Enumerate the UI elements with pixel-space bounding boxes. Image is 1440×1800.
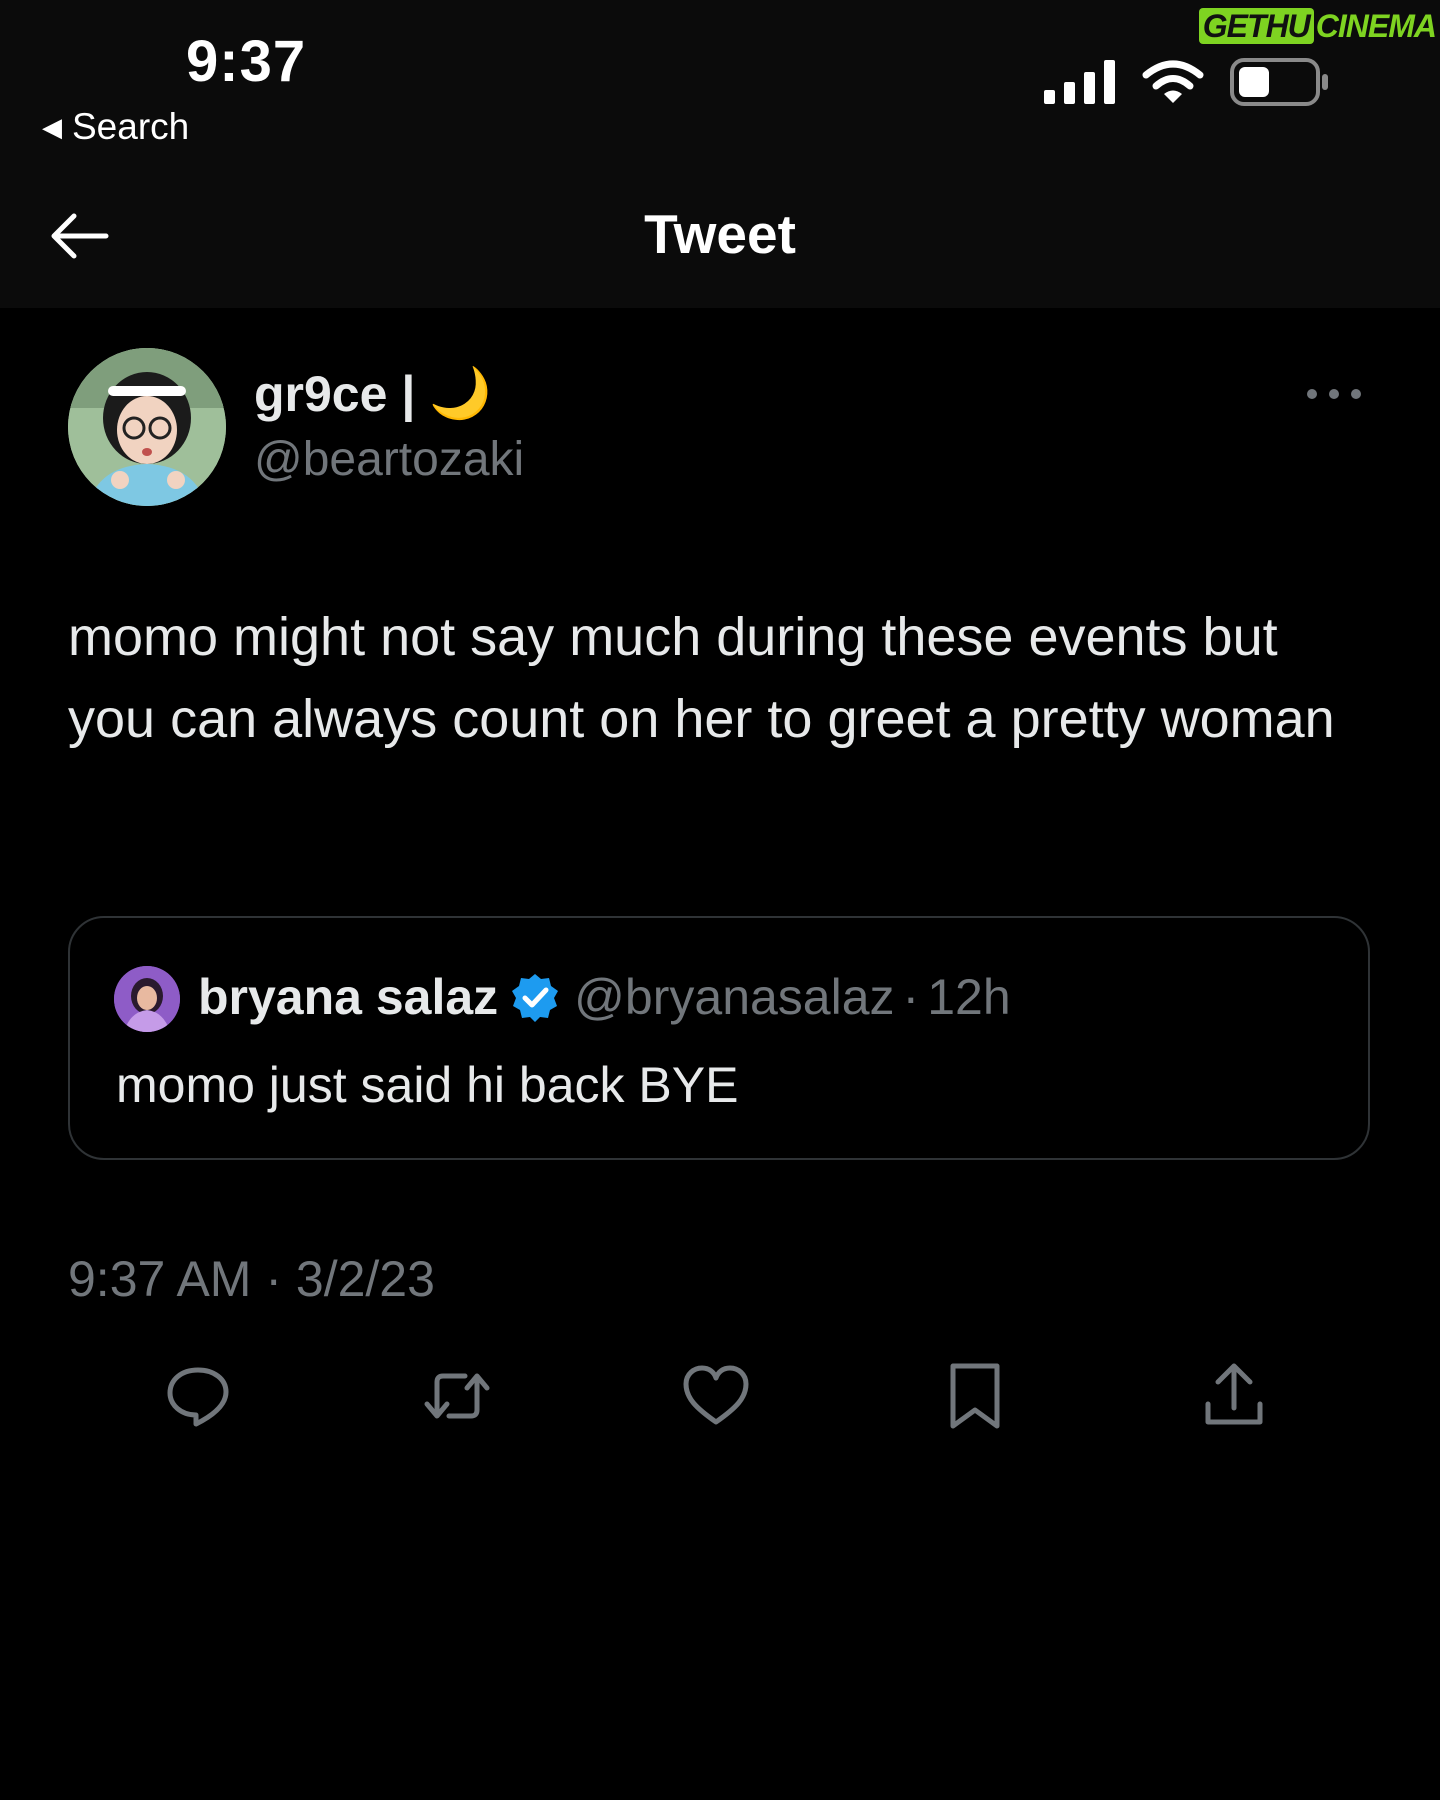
quote-separator: · [902,969,920,1025]
quoted-tweet-card[interactable]: bryana salaz @bryanasalaz · 12h momo jus… [68,916,1370,1160]
tweet-timestamp: 9:37 AM · 3/2/23 [68,1251,435,1307]
moon-emoji-icon: 🌙 [429,365,492,421]
retweet-icon[interactable] [421,1360,493,1432]
share-icon[interactable] [1198,1360,1270,1432]
back-chevron-icon: ◀ [42,111,62,142]
quote-author-avatar [114,966,180,1032]
quote-time: 12h [927,969,1011,1025]
nav-bar: Tweet [0,160,1440,308]
cellular-signal-icon [1044,60,1115,104]
quote-author-name: bryana salaz [198,969,499,1025]
more-horizontal-icon[interactable] [1304,380,1364,408]
watermark-part-a: GETHU [1198,8,1314,44]
back-to-search-label: Search [72,106,190,147]
status-time: 9:37 [186,29,307,94]
bookmark-icon[interactable] [939,1360,1011,1432]
author-handle[interactable]: @beartozaki [254,432,524,487]
watermark-part-b: CINEMA [1315,8,1437,44]
author-name-text: gr9ce | [254,365,416,422]
status-bar: 9:37 ◀ Search GETHU CINEMA [0,0,1440,160]
tweet-action-bar [0,1360,1440,1440]
wifi-icon [1142,60,1204,103]
reply-icon[interactable] [162,1360,234,1432]
verified-badge-icon [512,974,559,1022]
tweet-text: momo might not say much during these eve… [68,607,1335,749]
quote-author-handle: @bryanasalaz [574,969,895,1025]
quote-text: momo just said hi back BYE [116,1057,739,1113]
quote-header: bryana salaz @bryanasalaz · 12h [198,968,1011,1026]
author-avatar[interactable] [68,348,226,506]
status-icons [1044,58,1330,106]
author-name[interactable]: gr9ce | 🌙 [254,364,492,423]
heart-icon[interactable] [680,1360,752,1432]
page-title: Tweet [644,203,796,265]
quote-avatar-image [114,966,180,1032]
back-to-search-link[interactable]: ◀ Search [42,106,189,148]
watermark-logo: GETHU CINEMA [1198,8,1437,45]
author-avatar-image [68,348,226,506]
battery-icon [1230,58,1328,106]
